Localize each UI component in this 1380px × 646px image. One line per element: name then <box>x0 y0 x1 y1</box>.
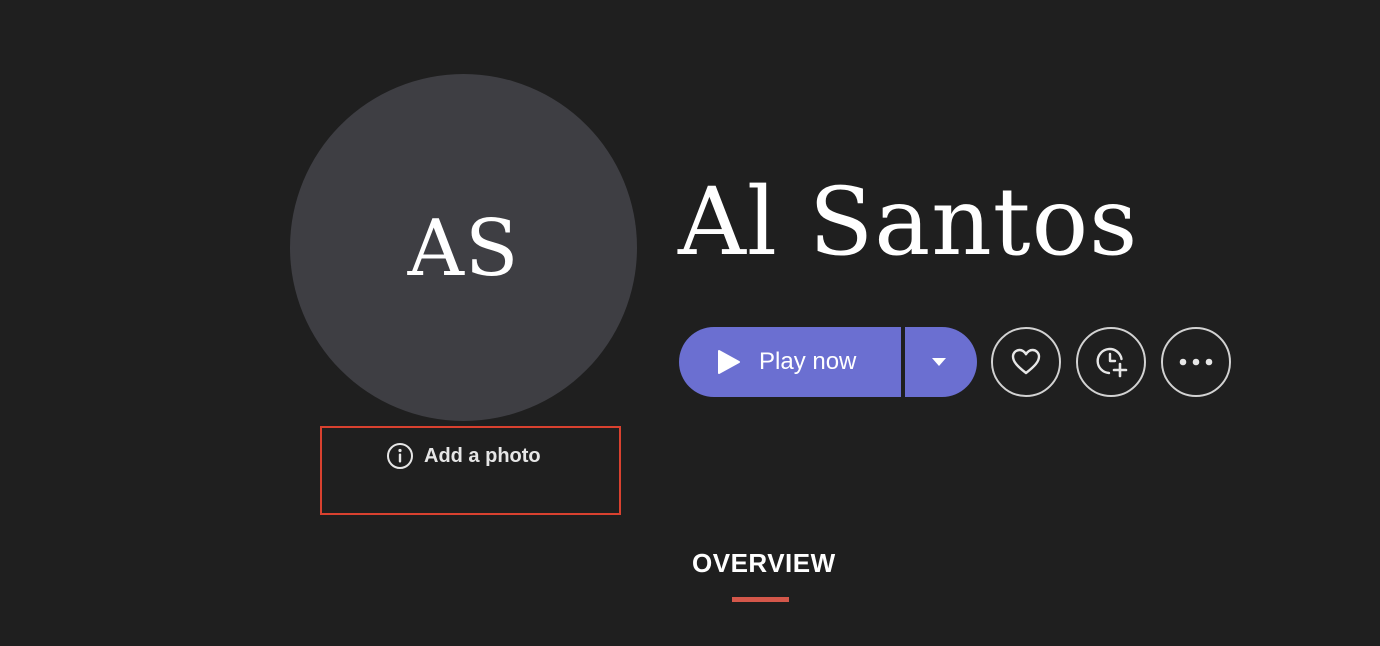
favorite-button[interactable] <box>991 327 1061 397</box>
artist-name-title: Al Santos <box>678 168 1139 277</box>
more-horizontal-icon <box>1179 358 1213 366</box>
play-button-group: Play now <box>679 327 977 397</box>
add-to-watchlist-button[interactable] <box>1076 327 1146 397</box>
add-photo-label: Add a photo <box>424 444 541 467</box>
play-now-button[interactable]: Play now <box>679 327 901 397</box>
add-photo-highlight: Add a photo <box>320 426 621 515</box>
play-options-dropdown-button[interactable] <box>905 327 977 397</box>
artist-avatar[interactable]: AS <box>290 74 637 421</box>
clock-plus-icon <box>1096 347 1128 378</box>
add-photo-link[interactable]: Add a photo <box>386 442 541 470</box>
tab-overview[interactable]: OVERVIEW <box>692 548 835 579</box>
artist-page: AS Add a photo Al Santos Play now OVERVI… <box>0 0 1380 646</box>
play-now-label: Play now <box>759 348 857 375</box>
heart-icon <box>1011 348 1041 375</box>
more-options-button[interactable] <box>1161 327 1231 397</box>
avatar-initials: AS <box>407 203 520 294</box>
tab-active-indicator <box>732 597 789 602</box>
play-icon <box>717 349 741 375</box>
info-icon <box>386 442 414 470</box>
caret-down-icon <box>932 358 946 366</box>
